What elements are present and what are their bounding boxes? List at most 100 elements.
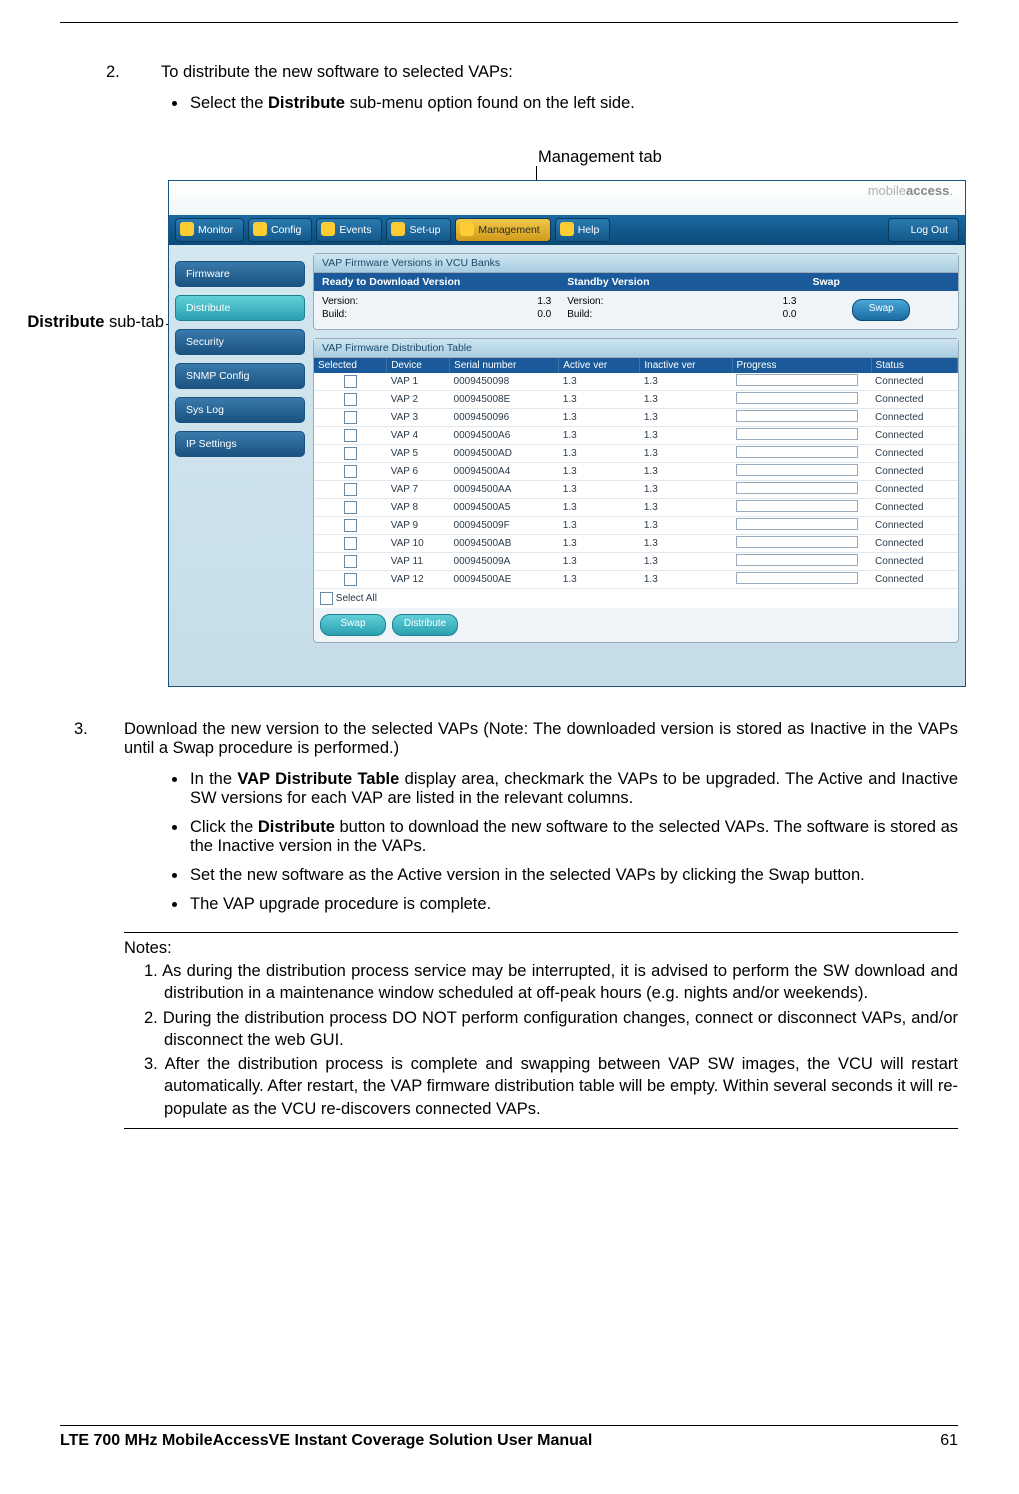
note-item: 3. After the distribution process is com… <box>124 1053 958 1120</box>
step-2-text: To distribute the new software to select… <box>161 63 958 82</box>
select-all-checkbox[interactable] <box>320 592 333 605</box>
notes-box: Notes: 1. As during the distribution pro… <box>124 932 958 1129</box>
brand-logo: mobileaccess. <box>169 181 965 215</box>
cell-status: Connected <box>871 427 957 445</box>
step-3-number: 3. <box>60 720 124 758</box>
cell-active-ver: 1.3 <box>559 373 640 391</box>
table-row: VAP 400094500A61.31.3Connected <box>314 427 958 445</box>
notes-title: Notes: <box>124 939 958 958</box>
cell-inactive-ver: 1.3 <box>640 481 732 499</box>
row-checkbox[interactable] <box>344 465 357 478</box>
swap-button-bottom[interactable]: Swap <box>320 614 386 636</box>
step-2-bullet: Select the Distribute sub-menu option fo… <box>188 94 958 113</box>
cell-serial: 00094500AB <box>450 535 559 553</box>
note-item: 1. As during the distribution process se… <box>124 960 958 1005</box>
cell-inactive-ver: 1.3 <box>640 373 732 391</box>
cell-inactive-ver: 1.3 <box>640 463 732 481</box>
progress-bar <box>736 428 858 440</box>
cell-status: Connected <box>871 517 957 535</box>
panel-title-distribution: VAP Firmware Distribution Table <box>314 339 958 358</box>
cell-serial: 000945009A <box>450 553 559 571</box>
logout-button[interactable]: Log Out <box>888 218 959 242</box>
cell-status: Connected <box>871 373 957 391</box>
tab-monitor[interactable]: Monitor <box>175 218 244 242</box>
cell-serial: 0009450096 <box>450 409 559 427</box>
monitor-icon <box>180 222 194 236</box>
cell-active-ver: 1.3 <box>559 391 640 409</box>
screenshot-panel: mobileaccess. Monitor Config Events Set-… <box>168 180 966 687</box>
cell-inactive-ver: 1.3 <box>640 517 732 535</box>
panel-title-versions: VAP Firmware Versions in VCU Banks <box>314 254 958 273</box>
progress-bar <box>736 392 858 404</box>
distribute-button[interactable]: Distribute <box>392 614 458 636</box>
row-checkbox[interactable] <box>344 375 357 388</box>
cell-active-ver: 1.3 <box>559 517 640 535</box>
tab-management[interactable]: Management <box>455 218 550 242</box>
cell-inactive-ver: 1.3 <box>640 427 732 445</box>
cell-inactive-ver: 1.3 <box>640 553 732 571</box>
sidebar-item-ip-settings[interactable]: IP Settings <box>175 431 305 457</box>
cell-inactive-ver: 1.3 <box>640 535 732 553</box>
events-icon <box>321 222 335 236</box>
cell-status: Connected <box>871 409 957 427</box>
row-checkbox[interactable] <box>344 537 357 550</box>
cell-active-ver: 1.3 <box>559 481 640 499</box>
row-checkbox[interactable] <box>344 573 357 586</box>
step-3-bullet: In the VAP Distribute Table display area… <box>188 770 958 808</box>
cell-inactive-ver: 1.3 <box>640 391 732 409</box>
cell-device: VAP 7 <box>387 481 450 499</box>
cell-serial: 000945009F <box>450 517 559 535</box>
cell-status: Connected <box>871 391 957 409</box>
row-checkbox[interactable] <box>344 429 357 442</box>
cell-serial: 00094500AE <box>450 571 559 589</box>
select-all-row[interactable]: Select All <box>314 589 958 608</box>
tab-setup[interactable]: Set-up <box>386 218 451 242</box>
cell-device: VAP 10 <box>387 535 450 553</box>
progress-bar <box>736 518 858 530</box>
tab-help[interactable]: Help <box>555 218 611 242</box>
cell-active-ver: 1.3 <box>559 445 640 463</box>
row-checkbox[interactable] <box>344 501 357 514</box>
tab-events[interactable]: Events <box>316 218 382 242</box>
cell-serial: 00094500AA <box>450 481 559 499</box>
cell-device: VAP 5 <box>387 445 450 463</box>
callout-management-tab: Management tab <box>538 148 662 167</box>
sidebar-item-security[interactable]: Security <box>175 329 305 355</box>
footer-title: LTE 700 MHz MobileAccessVE Instant Cover… <box>60 1432 592 1450</box>
header-rule <box>60 22 958 23</box>
dist-th: Inactive ver <box>640 358 732 373</box>
progress-bar <box>736 536 858 548</box>
cell-serial: 00094500A5 <box>450 499 559 517</box>
cell-active-ver: 1.3 <box>559 553 640 571</box>
row-checkbox[interactable] <box>344 519 357 532</box>
sidebar-item-distribute[interactable]: Distribute <box>175 295 305 321</box>
swap-button[interactable]: Swap <box>852 299 910 321</box>
cell-status: Connected <box>871 553 957 571</box>
row-checkbox[interactable] <box>344 555 357 568</box>
col-ready-version: Ready to Download Version <box>314 273 559 291</box>
dist-th: Serial number <box>450 358 559 373</box>
page-footer: LTE 700 MHz MobileAccessVE Instant Cover… <box>60 1425 958 1450</box>
sidebar-item-firmware[interactable]: Firmware <box>175 261 305 287</box>
config-icon <box>253 222 267 236</box>
cell-serial: 0009450098 <box>450 373 559 391</box>
sidebar-item-sys-log[interactable]: Sys Log <box>175 397 305 423</box>
tab-config[interactable]: Config <box>248 218 312 242</box>
top-toolbar: Monitor Config Events Set-up Management … <box>169 215 965 245</box>
cell-status: Connected <box>871 481 957 499</box>
progress-bar <box>736 374 858 386</box>
progress-bar <box>736 446 858 458</box>
row-checkbox[interactable] <box>344 411 357 424</box>
row-checkbox[interactable] <box>344 393 357 406</box>
cell-active-ver: 1.3 <box>559 535 640 553</box>
cell-serial: 000945008E <box>450 391 559 409</box>
sidebar-item-snmp-config[interactable]: SNMP Config <box>175 363 305 389</box>
progress-bar <box>736 410 858 422</box>
row-checkbox[interactable] <box>344 447 357 460</box>
sidebar: Firmware Distribute Security SNMP Config… <box>175 261 305 465</box>
cell-serial: 00094500A6 <box>450 427 559 445</box>
row-checkbox[interactable] <box>344 483 357 496</box>
cell-device: VAP 4 <box>387 427 450 445</box>
progress-bar <box>736 554 858 566</box>
panel-vap-firmware-versions: VAP Firmware Versions in VCU Banks Ready… <box>313 253 959 330</box>
